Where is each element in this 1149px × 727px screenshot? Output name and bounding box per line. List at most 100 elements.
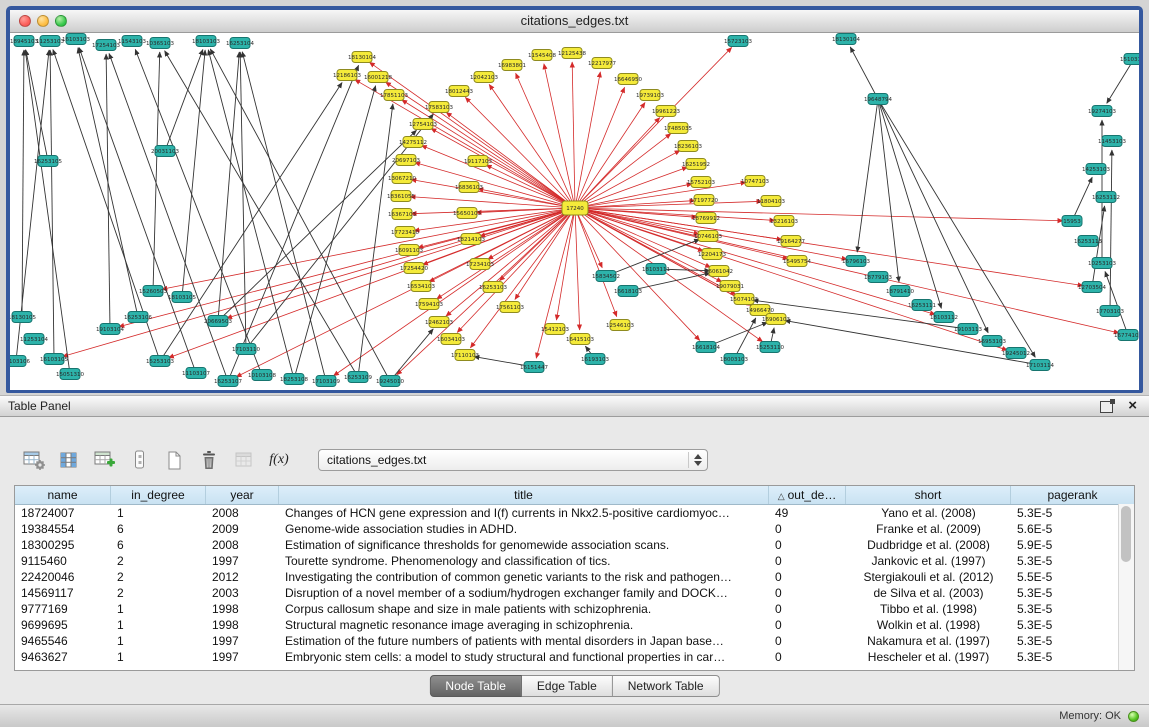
graph-edge[interactable] bbox=[515, 208, 575, 299]
graph-node-yellow[interactable]: 20697103 bbox=[392, 155, 420, 166]
window-zoom-button[interactable] bbox=[55, 15, 67, 27]
graph-edge[interactable] bbox=[431, 128, 575, 208]
graph-node-yellow[interactable]: 10746103 bbox=[694, 231, 722, 242]
graph-node-teal[interactable]: 16953103 bbox=[978, 336, 1006, 347]
graph-edge[interactable] bbox=[575, 87, 625, 208]
graph-node-teal[interactable]: 18130105 bbox=[10, 312, 36, 323]
graph-node-teal[interactable]: 15103106 bbox=[10, 356, 30, 367]
table-row[interactable]: 1938455462009Genome-wide association stu… bbox=[15, 521, 1134, 537]
graph-node-yellow[interactable]: 16061042 bbox=[705, 266, 733, 277]
graph-edge[interactable] bbox=[465, 97, 575, 208]
graph-edge[interactable] bbox=[50, 50, 54, 359]
graph-node-teal[interactable]: 11453103 bbox=[1098, 136, 1126, 147]
graph-node-teal[interactable]: 16774103 bbox=[1114, 330, 1139, 341]
table-scrollbar-thumb[interactable] bbox=[1121, 506, 1131, 562]
column-header-pagerank[interactable]: pagerank bbox=[1011, 486, 1134, 504]
graph-node-teal[interactable]: 17703103 bbox=[1096, 306, 1124, 317]
graph-node-teal[interactable]: 12703504 bbox=[1078, 282, 1106, 293]
graph-node-teal[interactable]: 15103115 bbox=[1120, 54, 1139, 65]
close-panel-icon[interactable]: × bbox=[1128, 396, 1137, 416]
import-table-button[interactable] bbox=[230, 447, 258, 473]
table-row[interactable]: 1456911722003Disruption of a novel membe… bbox=[15, 585, 1134, 601]
graph-node-yellow[interactable]: 19164277 bbox=[777, 236, 805, 247]
column-header-title[interactable]: title bbox=[279, 486, 769, 504]
graph-node-teal[interactable]: 16103105 bbox=[40, 354, 68, 365]
graph-node-teal[interactable]: 11253104 bbox=[20, 334, 48, 345]
graph-node-teal[interactable]: 17103114 bbox=[1026, 360, 1054, 371]
table-scrollbar[interactable] bbox=[1118, 504, 1134, 670]
graph-node-teal[interactable]: 11543103 bbox=[118, 36, 146, 47]
graph-node-yellow[interactable]: 11545408 bbox=[528, 50, 556, 61]
graph-node-yellow[interactable]: 12546103 bbox=[606, 320, 634, 331]
graph-edge[interactable] bbox=[489, 84, 575, 208]
new-file-button[interactable] bbox=[160, 447, 188, 473]
graph-node-teal[interactable]: 16253112 bbox=[1092, 192, 1120, 203]
graph-edge[interactable] bbox=[850, 47, 878, 99]
graph-node-yellow[interactable]: 11804103 bbox=[757, 196, 785, 207]
graph-node-yellow[interactable]: 16534103 bbox=[407, 281, 435, 292]
graph-edge[interactable] bbox=[22, 50, 24, 317]
graph-edge[interactable] bbox=[575, 208, 580, 330]
graph-edge[interactable] bbox=[544, 64, 575, 208]
graph-node-yellow[interactable]: 18769912 bbox=[692, 213, 720, 224]
graph-edge[interactable] bbox=[218, 130, 417, 321]
window-titlebar[interactable]: citations_edges.txt bbox=[10, 10, 1139, 33]
graph-edge[interactable] bbox=[402, 100, 575, 208]
graph-node-teal[interactable]: 16103103 bbox=[62, 34, 90, 45]
graph-node-teal[interactable]: 18003103 bbox=[720, 354, 748, 365]
graph-edge[interactable] bbox=[857, 99, 878, 252]
graph-node-yellow[interactable]: 16251952 bbox=[682, 159, 710, 170]
table-row[interactable]: 911546021997Tourette syndrome. Phenomeno… bbox=[15, 553, 1134, 569]
graph-node-teal[interactable]: 15834502 bbox=[592, 271, 620, 282]
graph-node-teal[interactable]: 18779103 bbox=[864, 272, 892, 283]
graph-edge[interactable] bbox=[575, 134, 671, 208]
graph-node-teal[interactable]: 15253103 bbox=[146, 356, 174, 367]
column-header-name[interactable]: name bbox=[15, 486, 111, 504]
graph-edge[interactable] bbox=[1105, 271, 1128, 335]
table-row[interactable]: 977716911998Corpus callosum shape and si… bbox=[15, 601, 1134, 617]
graph-node-yellow[interactable]: 15074103 bbox=[730, 294, 758, 305]
graph-node-teal[interactable]: 16253113 bbox=[1074, 236, 1102, 247]
graph-node-teal[interactable]: 18103112 bbox=[930, 312, 958, 323]
graph-node-teal[interactable]: 11253103 bbox=[36, 36, 64, 47]
graph-edge[interactable] bbox=[26, 50, 48, 161]
graph-node-teal[interactable]: 16618104 bbox=[692, 342, 720, 353]
create-column-button[interactable] bbox=[90, 447, 118, 473]
graph-edge[interactable] bbox=[106, 54, 110, 329]
graph-edge[interactable] bbox=[109, 53, 228, 381]
table-row[interactable]: 2242004622012Investigating the contribut… bbox=[15, 569, 1134, 585]
function-builder-button[interactable]: f(x) bbox=[265, 447, 293, 473]
graph-edge[interactable] bbox=[79, 47, 196, 373]
graph-node-yellow[interactable]: 13216103 bbox=[770, 216, 798, 227]
graph-edge[interactable] bbox=[153, 52, 160, 291]
graph-node-teal[interactable]: 18791410 bbox=[886, 286, 914, 297]
graph-node-yellow[interactable]: 17594103 bbox=[415, 299, 443, 310]
column-header-short[interactable]: short bbox=[846, 486, 1011, 504]
column-header-out_degree[interactable]: △out_de… bbox=[769, 486, 846, 504]
delete-button[interactable] bbox=[195, 447, 223, 473]
graph-node-teal[interactable]: 16253111 bbox=[908, 300, 936, 311]
table-row[interactable]: 946362711997Embryonic stem cells: a mode… bbox=[15, 649, 1134, 665]
graph-node-yellow[interactable]: 17851103 bbox=[380, 90, 408, 101]
graph-node-yellow[interactable]: 16367103 bbox=[388, 209, 416, 220]
table-select-dropdown[interactable]: citations_edges.txt bbox=[318, 449, 708, 471]
float-panel-icon[interactable] bbox=[1100, 401, 1113, 413]
graph-node-yellow[interactable]: 19961223 bbox=[652, 106, 680, 117]
table-row[interactable]: 946554611997Estimation of the future num… bbox=[15, 633, 1134, 649]
graph-node-teal[interactable]: 18945103 bbox=[10, 36, 38, 47]
graph-node-teal[interactable]: 18103111 bbox=[642, 264, 670, 275]
graph-node-yellow[interactable]: 17583103 bbox=[425, 102, 453, 113]
graph-node-teal[interactable]: 15953 bbox=[1062, 216, 1082, 227]
graph-node-yellow[interactable]: 12217977 bbox=[588, 58, 616, 69]
graph-node-yellow[interactable]: 16646950 bbox=[614, 74, 642, 85]
graph-node-yellow[interactable]: 18214103 bbox=[457, 234, 485, 245]
graph-node-teal[interactable]: 10365103 bbox=[146, 38, 174, 49]
graph-node-yellow[interactable]: 15412103 bbox=[541, 324, 569, 335]
graph-node-yellow[interactable]: 17254420 bbox=[400, 263, 428, 274]
graph-node-yellow[interactable]: 16415103 bbox=[566, 334, 594, 345]
graph-node-yellow[interactable]: 13067210 bbox=[388, 173, 416, 184]
graph-node-teal[interactable]: 14253103 bbox=[1082, 164, 1110, 175]
graph-node-yellow[interactable]: 16983801 bbox=[498, 60, 526, 71]
graph-node-teal[interactable]: 19103113 bbox=[954, 324, 982, 335]
graph-edge[interactable] bbox=[575, 102, 645, 208]
